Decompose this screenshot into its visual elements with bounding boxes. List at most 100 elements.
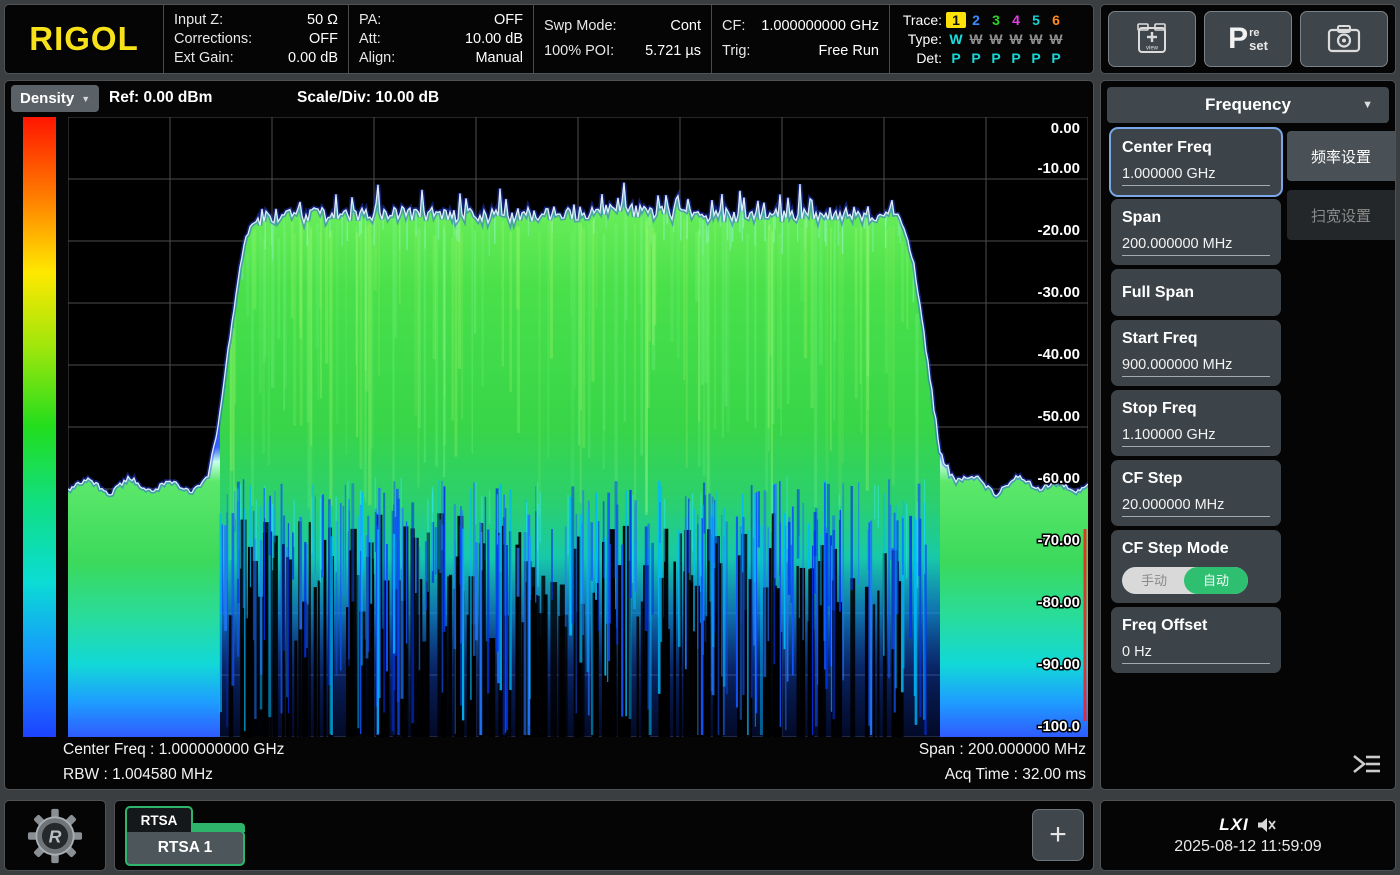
rbw-annotation: RBW : 1.004580 MHz <box>63 766 213 784</box>
menu-items: Center Freq 1.000000 GHz Span 200.000000 MH… <box>1101 129 1287 677</box>
trace-type[interactable]: W <box>986 31 1006 47</box>
span-annotation: Span : 200.000000 MHz <box>919 741 1086 759</box>
y-axis-tick-label: -40.00 <box>1037 346 1080 363</box>
system-menu-button[interactable]: R <box>4 800 106 871</box>
topbar: RIGOL Input Z: 50 Ω Corrections: OFF Ext Gai… <box>4 4 1094 74</box>
y-axis-tick-label: -60.00 <box>1037 470 1080 487</box>
trace-type[interactable]: W <box>1026 31 1046 47</box>
y-axis-tick-label: -100.0 <box>1037 718 1080 735</box>
display-mode-dropdown[interactable]: Density ▼ <box>11 85 99 112</box>
menu-item-start-freq[interactable]: Start Freq900.000000 MHz <box>1111 320 1281 386</box>
setting-value: 10.00 dB <box>465 30 523 49</box>
menu-item-freq-offset[interactable]: Freq Offset0 Hz <box>1111 607 1281 673</box>
topbar-section: CF:1.000000000 GHzTrig:Free Run <box>711 5 889 73</box>
menu-item-value[interactable]: 900.000000 MHz <box>1122 357 1270 377</box>
speaker-muted-icon <box>1257 817 1277 833</box>
acq-time-annotation: Acq Time : 32.00 ms <box>945 766 1086 784</box>
preset-button[interactable]: P re set <box>1204 11 1292 67</box>
menu-title-dropdown[interactable]: Frequency ▼ <box>1107 87 1389 123</box>
menu-item-value[interactable]: 1.100000 GHz <box>1122 427 1270 447</box>
y-axis-tick-label: -80.00 <box>1037 594 1080 611</box>
menu-item-span[interactable]: Span 200.000000 MHz <box>1111 199 1281 265</box>
trace-legend: Trace:123456Type:WWWWWWDet:PPPPPP <box>889 5 1093 73</box>
menu-item-cf-step-mode[interactable]: CF Step Mode 手动 自动 <box>1111 530 1281 603</box>
menu-item-value[interactable]: 1.000000 GHz <box>1122 166 1270 186</box>
trace-number[interactable]: 1 <box>946 12 966 28</box>
trace-detector[interactable]: P <box>1006 50 1026 66</box>
trace-type[interactable]: W <box>966 31 986 47</box>
menu-item-label: Center Freq <box>1122 139 1212 156</box>
y-axis-tick-label: 0.00 <box>1051 120 1080 137</box>
menu-item-full-span[interactable]: Full Span <box>1111 269 1281 316</box>
trace-number[interactable]: 4 <box>1006 12 1026 28</box>
setting-label: Ext Gain: <box>174 49 234 68</box>
menu-item-label: Full Span <box>1122 284 1194 301</box>
toggle-option-manual[interactable]: 手动 <box>1122 567 1186 594</box>
trace-type[interactable]: W <box>1006 31 1026 47</box>
trace-detector[interactable]: P <box>966 50 986 66</box>
legend-row-label: Type: <box>894 31 942 47</box>
frequency-menu-panel: Frequency ▼ Center Freq 1.000000 GHz Span 2… <box>1100 80 1396 790</box>
menu-item-value[interactable]: 0 Hz <box>1122 644 1270 664</box>
trace-number[interactable]: 2 <box>966 12 986 28</box>
trace-number[interactable]: 5 <box>1026 12 1046 28</box>
topbar-section: Swp Mode:Cont100% POI:5.721 µs <box>533 5 711 73</box>
setting-value: 0.00 dB <box>288 49 338 68</box>
y-axis-tick-label: -10.00 <box>1037 160 1080 177</box>
trace-type[interactable]: W <box>1046 31 1066 47</box>
setting-label: Corrections: <box>174 30 252 49</box>
setting-value: Free Run <box>819 39 879 64</box>
menu-item-value[interactable]: 20.000000 MHz <box>1122 497 1270 517</box>
multi-view-button[interactable]: view <box>1108 11 1196 67</box>
menu-expand-button[interactable] <box>1351 752 1383 781</box>
menu-item-cf-step[interactable]: CF Step20.000000 MHz <box>1111 460 1281 526</box>
rtsa-tab-group-label: RTSA <box>125 806 193 832</box>
rigol-logo: RIGOL <box>5 5 163 73</box>
datetime-label: 2025-08-12 11:59:09 <box>1174 838 1321 856</box>
rtsa-tab[interactable]: RTSA RTSA 1 <box>125 806 245 866</box>
trace-number[interactable]: 6 <box>1046 12 1066 28</box>
setting-value: Manual <box>475 49 523 68</box>
ref-level-label: Ref: 0.00 dBm <box>109 89 212 107</box>
trace-detector[interactable]: P <box>1046 50 1066 66</box>
setting-label: PA: <box>359 11 381 30</box>
cf-step-mode-toggle[interactable]: 手动 自动 <box>1122 567 1248 594</box>
preset-icon: P re set <box>1228 24 1268 54</box>
mode-tab-strip: RTSA RTSA 1 + <box>114 800 1094 871</box>
trace-type[interactable]: W <box>946 31 966 47</box>
y-axis-tick-label: -90.00 <box>1037 656 1080 673</box>
side-tab-1[interactable]: 频率设置 <box>1287 131 1395 181</box>
menu-item-label: CF Step Mode <box>1122 540 1229 557</box>
chevron-down-icon: ▼ <box>1362 99 1373 111</box>
setting-label: Input Z: <box>174 11 223 30</box>
density-colorbar <box>23 117 56 737</box>
trace-detector[interactable]: P <box>1026 50 1046 66</box>
menu-item-label: Span <box>1122 209 1161 226</box>
y-axis-tick-label: -70.00 <box>1037 532 1080 549</box>
trace-detector[interactable]: P <box>986 50 1006 66</box>
add-mode-button[interactable]: + <box>1032 809 1084 861</box>
status-panel: LXI 2025-08-12 11:59:09 <box>1100 800 1396 871</box>
y-axis-tick-label: -20.00 <box>1037 222 1080 239</box>
menu-item-label: Stop Freq <box>1122 400 1197 417</box>
spectrum-plot[interactable]: 0.00-10.00-20.00-30.00-40.00-50.00-60.00… <box>68 117 1088 737</box>
gear-icon: R <box>27 808 83 864</box>
setting-value: 1.000000000 GHz <box>761 14 879 39</box>
side-tab-2[interactable]: 扫宽设置 <box>1287 190 1395 240</box>
spectrum-display-panel: Density ▼ Ref: 0.00 dBm Scale/Div: 10.00… <box>4 80 1094 790</box>
menu-item-center-freq[interactable]: Center Freq 1.000000 GHz <box>1111 129 1281 195</box>
scale-per-div-label: Scale/Div: 10.00 dB <box>297 89 439 107</box>
setting-value: OFF <box>309 30 338 49</box>
trace-number[interactable]: 3 <box>986 12 1006 28</box>
setting-value: 50 Ω <box>307 11 338 30</box>
menu-side-tabs: 频率设置扫宽设置 <box>1287 129 1395 677</box>
screenshot-button[interactable] <box>1300 11 1388 67</box>
menu-item-value[interactable]: 200.000000 MHz <box>1122 236 1270 256</box>
toggle-option-auto[interactable]: 自动 <box>1184 567 1248 594</box>
svg-text:view: view <box>1146 46 1159 52</box>
chevron-down-icon: ▼ <box>81 94 90 104</box>
legend-row-label: Det: <box>894 50 942 66</box>
menu-item-stop-freq[interactable]: Stop Freq 1.100000 GHz <box>1111 390 1281 456</box>
topbar-buttons: view P re set <box>1100 4 1396 74</box>
trace-detector[interactable]: P <box>946 50 966 66</box>
